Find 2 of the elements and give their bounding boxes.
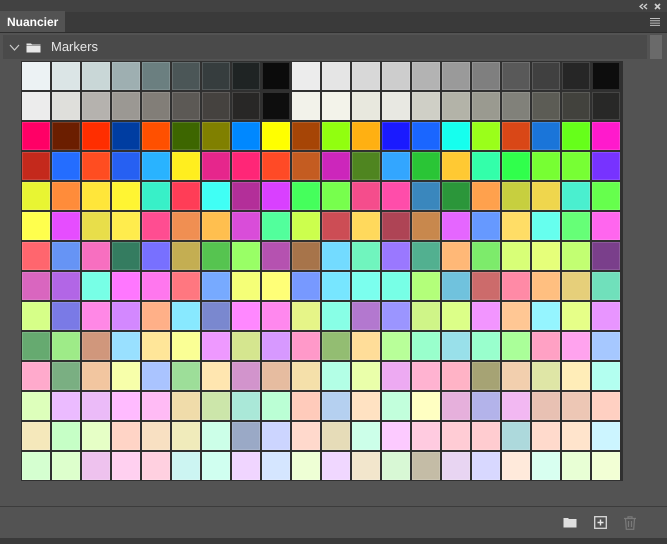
group-name: Markers [51, 38, 98, 56]
panel-tab[interactable]: Nuancier [0, 11, 66, 32]
